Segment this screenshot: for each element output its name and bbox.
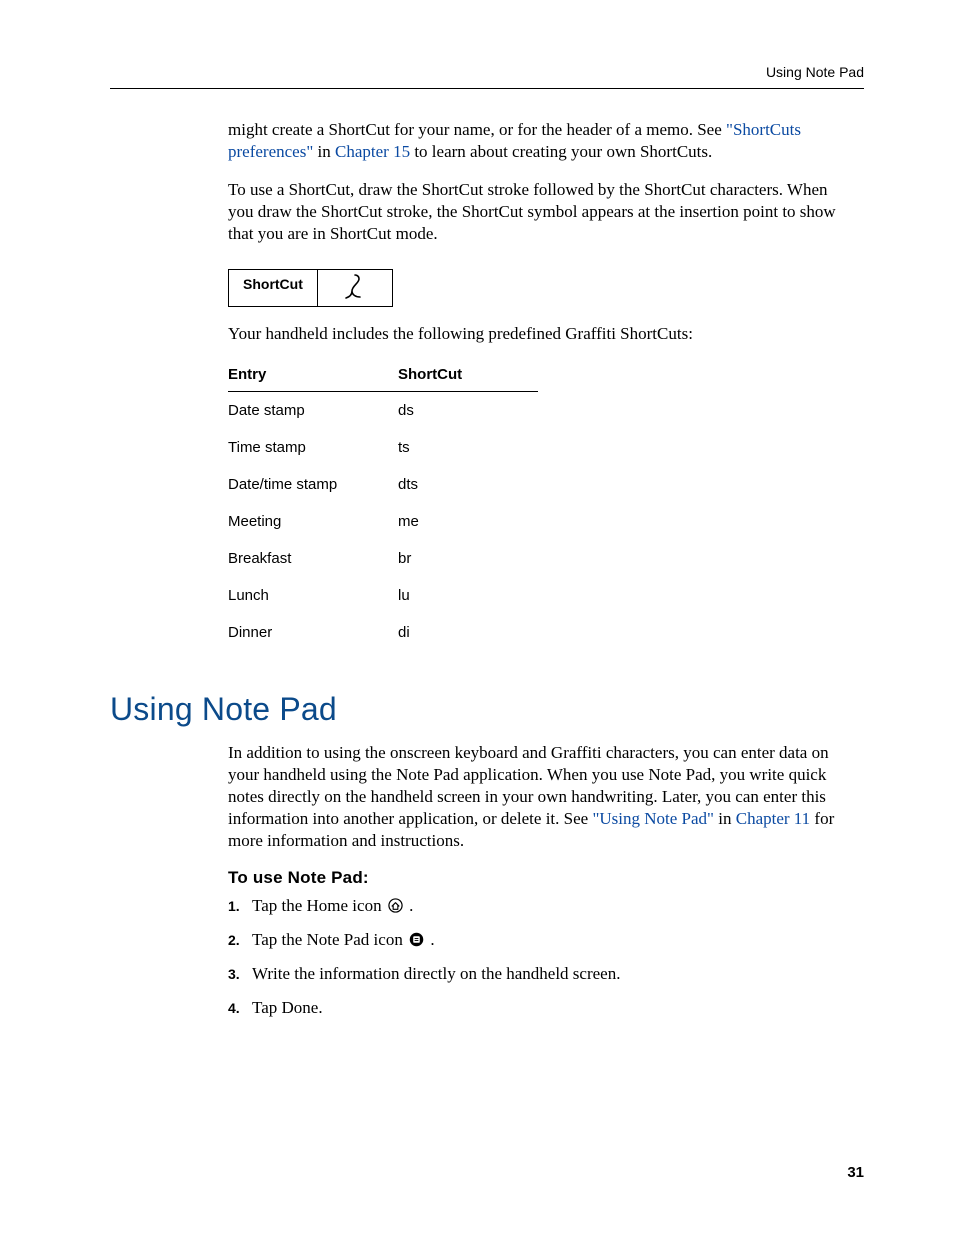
paragraph-intro-2: To use a ShortCut, draw the ShortCut str… <box>228 179 838 245</box>
text: Tap the Note Pad icon <box>252 930 407 949</box>
table-row: Date/time stamp dts <box>228 466 538 503</box>
cell-shortcut: ts <box>398 439 538 456</box>
shortcut-box-label: ShortCut <box>229 270 318 306</box>
body-column: might create a ShortCut for your name, o… <box>228 119 838 651</box>
body-column: In addition to using the onscreen keyboa… <box>228 742 838 1018</box>
text: Tap the Home icon <box>252 896 386 915</box>
table-head: Entry ShortCut <box>228 366 538 392</box>
paragraph-notepad: In addition to using the onscreen keyboa… <box>228 742 838 852</box>
step-text: Tap the Home icon . <box>252 896 413 916</box>
step-item: 2. Tap the Note Pad icon . <box>228 930 838 950</box>
text: in <box>313 142 335 161</box>
cell-shortcut: ds <box>398 402 538 419</box>
text: might create a ShortCut for your name, o… <box>228 120 726 139</box>
cell-entry: Dinner <box>228 624 398 641</box>
step-text: Tap Done. <box>252 998 323 1018</box>
shortcut-glyph-cell <box>318 270 392 306</box>
running-head: Using Note Pad <box>110 64 864 80</box>
text: to learn about creating your own ShortCu… <box>410 142 712 161</box>
text: . <box>409 896 413 915</box>
header-rule <box>110 88 864 89</box>
step-number: 1. <box>228 898 252 914</box>
table-row: Lunch lu <box>228 577 538 614</box>
link-chapter-11[interactable]: Chapter 11 <box>736 809 810 828</box>
step-number: 3. <box>228 966 252 982</box>
table-row: Date stamp ds <box>228 392 538 429</box>
step-item: 3. Write the information directly on the… <box>228 964 838 984</box>
text: . <box>430 930 434 949</box>
page: Using Note Pad might create a ShortCut f… <box>0 0 954 1235</box>
page-number: 31 <box>847 1164 864 1181</box>
steps-list: 1. Tap the Home icon . 2. Tap the Note P… <box>228 896 838 1018</box>
cell-shortcut: dts <box>398 476 538 493</box>
step-number: 2. <box>228 932 252 948</box>
shortcuts-table: Entry ShortCut Date stamp ds Time stamp … <box>228 366 538 651</box>
cell-shortcut: di <box>398 624 538 641</box>
cell-shortcut: br <box>398 550 538 567</box>
cell-entry: Lunch <box>228 587 398 604</box>
table-row: Meeting me <box>228 503 538 540</box>
paragraph-table-intro: Your handheld includes the following pre… <box>228 323 838 345</box>
step-item: 1. Tap the Home icon . <box>228 896 838 916</box>
col-head-entry: Entry <box>228 366 398 383</box>
table-row: Time stamp ts <box>228 429 538 466</box>
cell-shortcut: lu <box>398 587 538 604</box>
step-text: Write the information directly on the ha… <box>252 964 620 984</box>
text: in <box>714 809 736 828</box>
table-row: Breakfast br <box>228 540 538 577</box>
paragraph-intro-1: might create a ShortCut for your name, o… <box>228 119 838 163</box>
step-number: 4. <box>228 1000 252 1016</box>
step-text: Tap the Note Pad icon . <box>252 930 435 950</box>
home-icon <box>388 898 403 913</box>
col-head-shortcut: ShortCut <box>398 366 538 383</box>
shortcut-stroke-icon <box>340 272 370 304</box>
shortcut-symbol-box: ShortCut <box>228 269 393 307</box>
note-pad-icon <box>409 932 424 947</box>
cell-entry: Date/time stamp <box>228 476 398 493</box>
step-item: 4. Tap Done. <box>228 998 838 1018</box>
cell-entry: Date stamp <box>228 402 398 419</box>
cell-entry: Meeting <box>228 513 398 530</box>
cell-entry: Breakfast <box>228 550 398 567</box>
table-row: Dinner di <box>228 614 538 651</box>
link-chapter-15[interactable]: Chapter 15 <box>335 142 410 161</box>
cell-entry: Time stamp <box>228 439 398 456</box>
cell-shortcut: me <box>398 513 538 530</box>
section-title-using-note-pad: Using Note Pad <box>110 691 864 728</box>
link-using-note-pad[interactable]: "Using Note Pad" <box>592 809 714 828</box>
subheading-to-use-note-pad: To use Note Pad: <box>228 868 838 888</box>
